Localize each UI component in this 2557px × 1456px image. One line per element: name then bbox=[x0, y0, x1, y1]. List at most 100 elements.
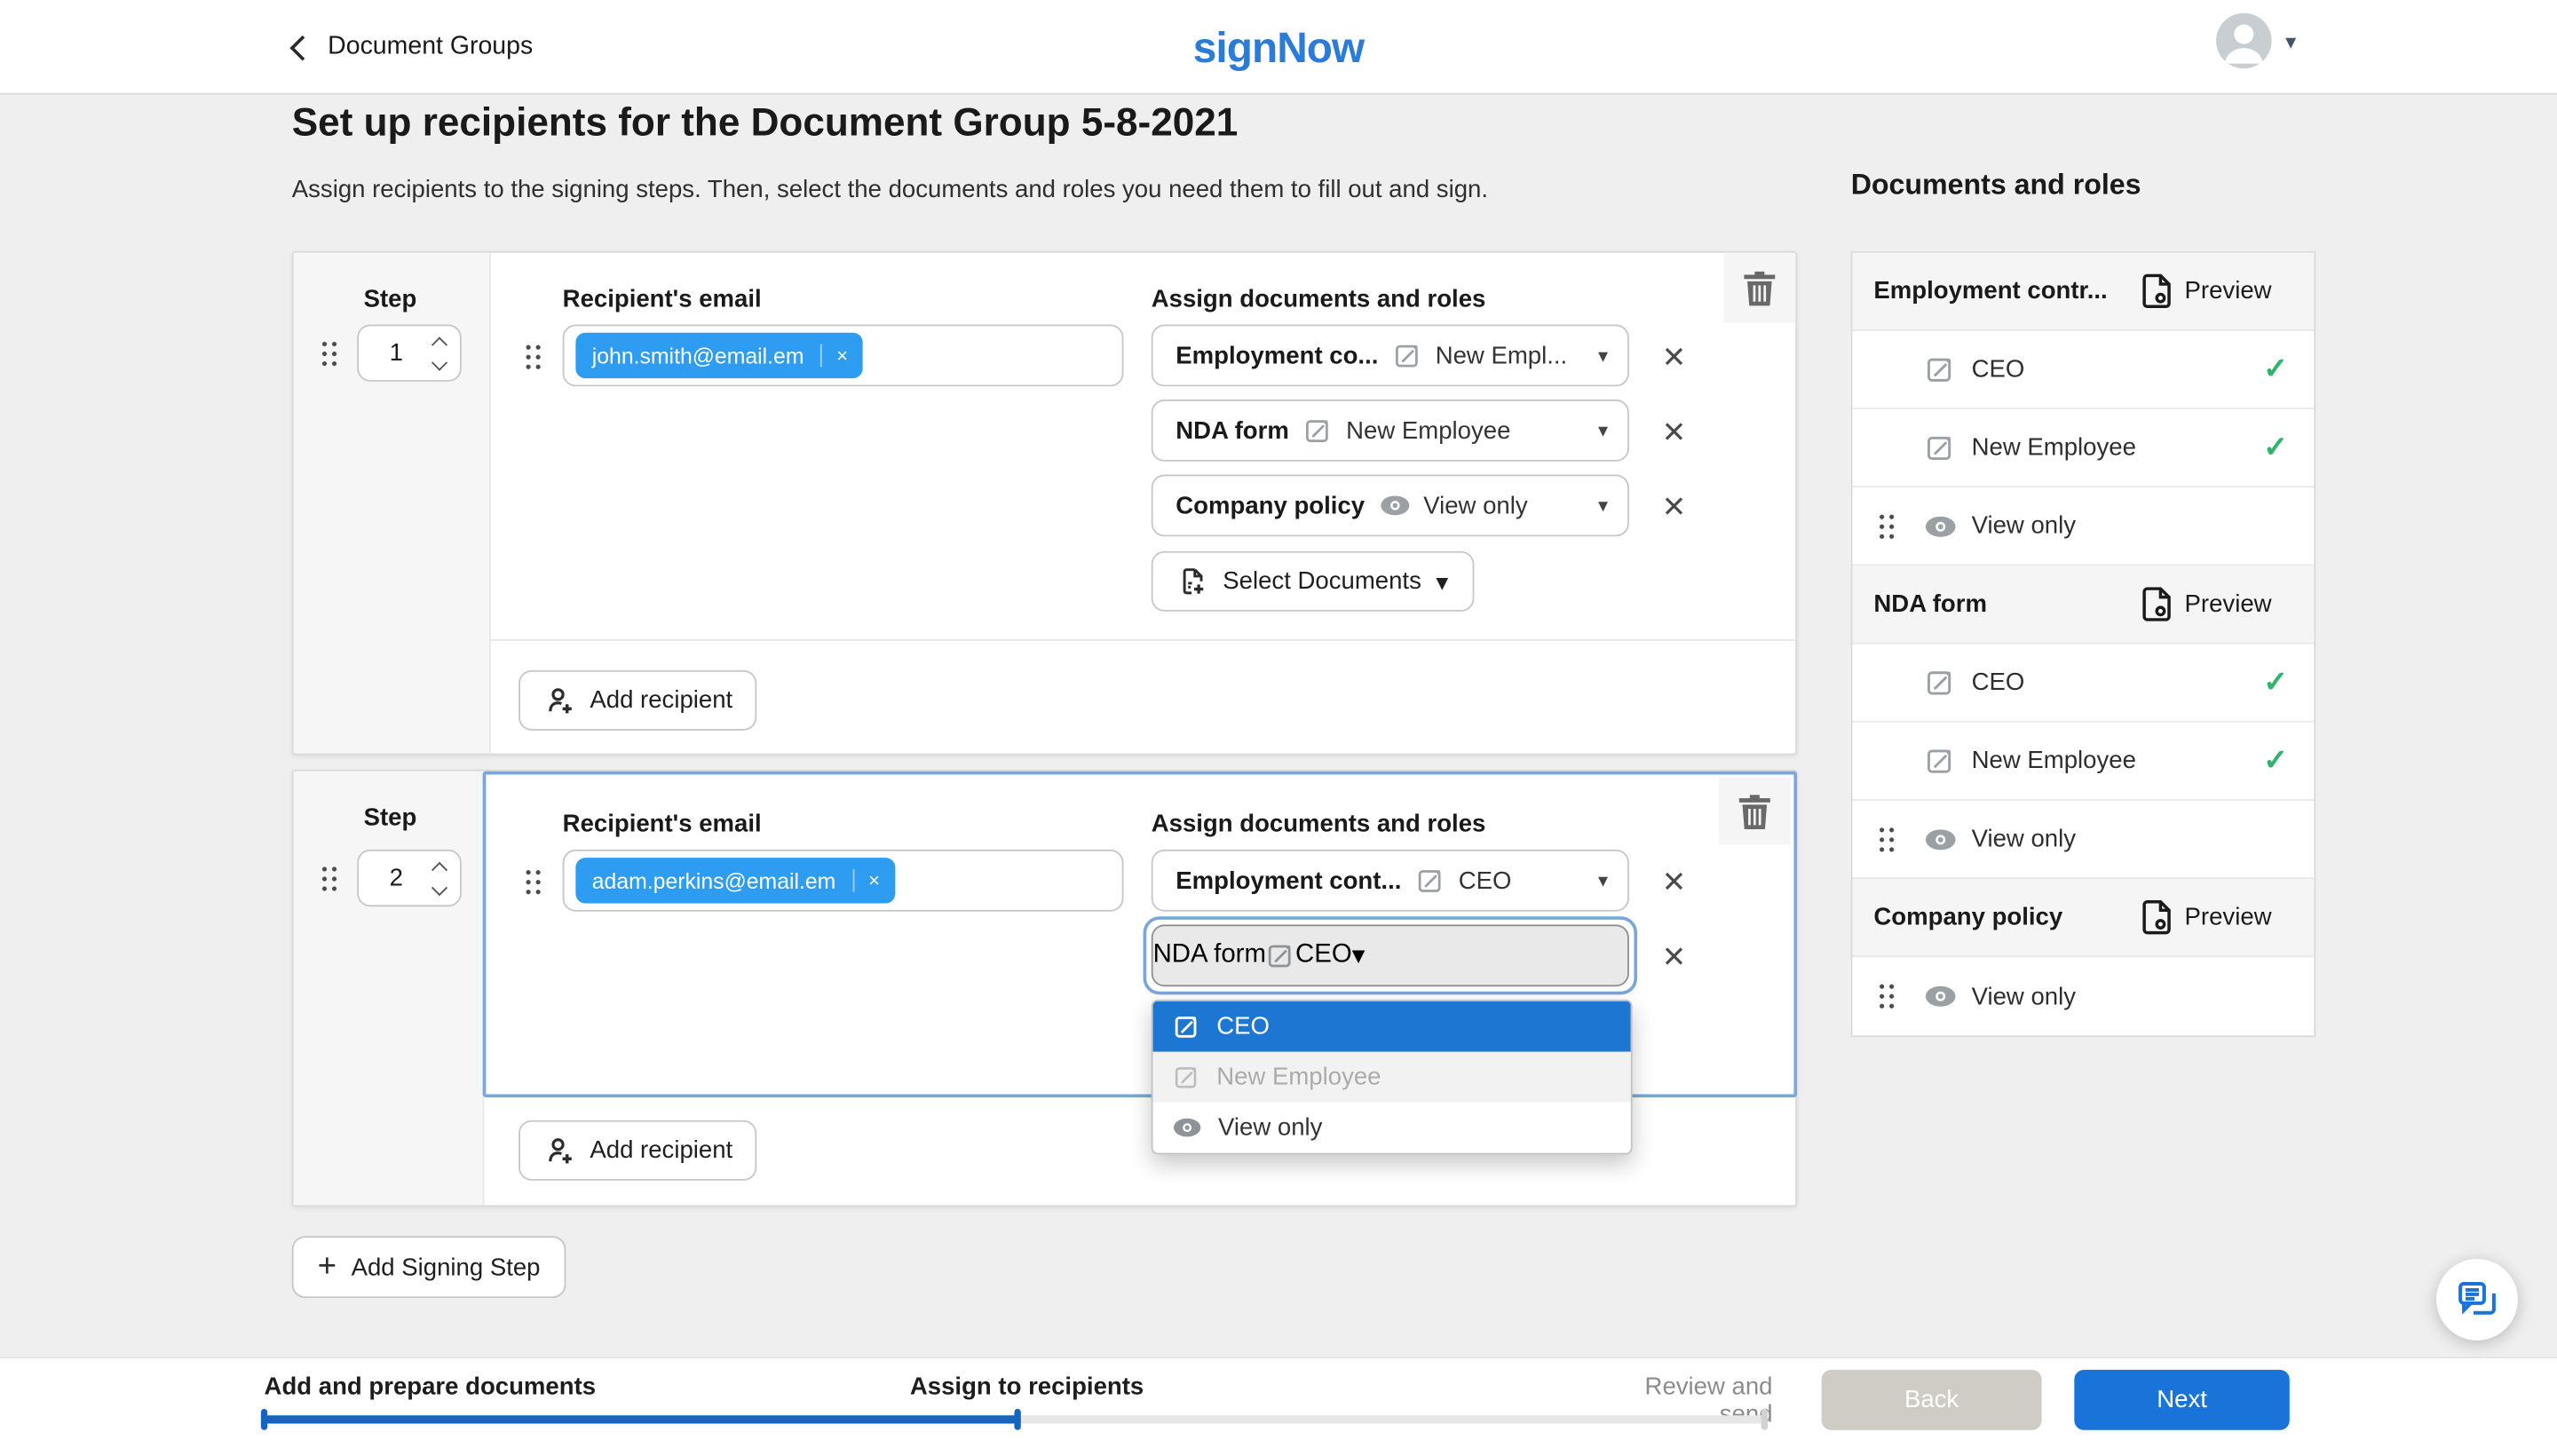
dropdown-option-view-only[interactable]: View only bbox=[1153, 1103, 1631, 1153]
edit-role-icon bbox=[1266, 941, 1295, 970]
drag-handle-icon[interactable] bbox=[320, 864, 339, 893]
doc-role-select-open[interactable]: NDA form CEO ▾ bbox=[1152, 924, 1629, 986]
remove-email-icon[interactable]: × bbox=[820, 344, 863, 368]
progress-tick bbox=[1761, 1409, 1768, 1430]
sidebar-role-row: New Employee ✓ bbox=[1853, 409, 2315, 487]
stepper-arrows[interactable] bbox=[434, 338, 446, 368]
check-icon: ✓ bbox=[2263, 744, 2288, 779]
check-icon: ✓ bbox=[2263, 352, 2288, 387]
remove-document-button[interactable]: ✕ bbox=[1662, 943, 1687, 972]
add-signing-step-button[interactable]: + Add Signing Step bbox=[292, 1236, 566, 1298]
document-name: NDA form bbox=[1153, 941, 1266, 970]
remove-email-icon[interactable]: × bbox=[852, 869, 895, 892]
delete-step-button[interactable] bbox=[1719, 778, 1791, 844]
document-name: Employment co... bbox=[1176, 342, 1378, 369]
email-chip: adam.perkins@email.em × bbox=[575, 858, 894, 903]
add-recipient-button[interactable]: Add recipient bbox=[519, 1120, 756, 1181]
drag-handle-icon[interactable] bbox=[320, 339, 339, 368]
documents-and-roles-panel: Employment contr... Preview CEO ✓ New Em… bbox=[1851, 251, 2316, 1037]
sidebar-role-row: CEO ✓ bbox=[1853, 331, 2315, 409]
view-only-icon bbox=[1924, 514, 1957, 537]
preview-button[interactable]: Preview bbox=[2141, 900, 2272, 935]
add-recipient-label: Add recipient bbox=[590, 686, 732, 714]
page-subtitle: Assign recipients to the signing steps. … bbox=[292, 176, 1488, 203]
step-number-stepper[interactable]: 2 bbox=[357, 850, 462, 906]
step-number: 2 bbox=[359, 864, 433, 891]
role-name: New Employee bbox=[1346, 416, 1510, 444]
back-to-document-groups[interactable]: Document Groups bbox=[294, 0, 534, 95]
dropdown-option-new-employee[interactable]: New Employee bbox=[1153, 1052, 1631, 1103]
account-menu[interactable]: ▾ bbox=[2217, 13, 2296, 68]
step-label: Step bbox=[364, 804, 417, 832]
edit-role-icon bbox=[1924, 667, 1955, 698]
doc-role-select[interactable]: Company policy View only ▾ bbox=[1152, 474, 1629, 536]
chevron-down-icon: ▾ bbox=[1352, 939, 1366, 972]
chevron-up-icon bbox=[431, 861, 447, 877]
sidebar-role-label: CEO bbox=[1972, 669, 2025, 696]
role-dropdown-menu: CEO New Employee View only bbox=[1152, 1000, 1633, 1154]
sidebar-role-label: CEO bbox=[1972, 355, 2025, 383]
remove-document-button[interactable]: ✕ bbox=[1662, 343, 1687, 372]
preview-button[interactable]: Preview bbox=[2141, 274, 2272, 309]
preview-label: Preview bbox=[2185, 590, 2272, 618]
drag-handle-icon[interactable] bbox=[1877, 982, 1896, 1011]
progress-step-current: Assign to recipients bbox=[910, 1373, 1144, 1401]
dropdown-option-label: CEO bbox=[1216, 1013, 1270, 1041]
remove-document-button[interactable]: ✕ bbox=[1662, 867, 1687, 897]
role-name: View only bbox=[1423, 492, 1527, 519]
remove-document-button[interactable]: ✕ bbox=[1662, 493, 1687, 522]
doc-role-select[interactable]: NDA form New Employee ▾ bbox=[1152, 400, 1629, 462]
sidebar-role-label: View only bbox=[1972, 512, 2076, 540]
doc-role-select-focused: NDA form CEO ▾ bbox=[1144, 916, 1638, 994]
recipient-email-label: Recipient's email bbox=[563, 285, 762, 313]
recipient-email-input[interactable]: adam.perkins@email.em × bbox=[563, 850, 1124, 912]
back-button[interactable]: Back bbox=[1822, 1370, 2042, 1430]
chevron-down-icon bbox=[431, 879, 447, 895]
email-chip: john.smith@email.em × bbox=[575, 333, 862, 378]
avatar[interactable] bbox=[2217, 13, 2272, 68]
recipient-email-input[interactable]: john.smith@email.em × bbox=[563, 325, 1124, 387]
divider bbox=[489, 639, 1795, 641]
sidebar-role-label: View only bbox=[1972, 983, 2076, 1010]
role-name: New Empl... bbox=[1436, 342, 1568, 369]
doc-role-select[interactable]: Employment cont... CEO ▾ bbox=[1152, 850, 1629, 912]
dropdown-option-ceo[interactable]: CEO bbox=[1153, 1001, 1631, 1052]
email-chip-text: john.smith@email.em bbox=[575, 344, 820, 368]
drag-handle-icon[interactable] bbox=[524, 343, 543, 372]
add-recipient-label: Add recipient bbox=[590, 1136, 732, 1164]
add-recipient-button[interactable]: Add recipient bbox=[519, 670, 756, 731]
remove-document-button[interactable]: ✕ bbox=[1662, 417, 1687, 447]
sidebar-role-label: New Employee bbox=[1972, 434, 2136, 462]
help-chat-button[interactable] bbox=[2436, 1259, 2518, 1341]
edit-role-icon bbox=[1173, 1013, 1200, 1041]
document-name: Employment cont... bbox=[1176, 866, 1401, 894]
select-documents-button[interactable]: Select Documents ▾ bbox=[1152, 551, 1475, 612]
step-2-column: Step 2 bbox=[294, 772, 485, 1206]
footer-progress-bar: Add and prepare documents Assign to reci… bbox=[0, 1357, 2557, 1456]
stepper-arrows[interactable] bbox=[434, 864, 446, 893]
drag-handle-icon[interactable] bbox=[1877, 511, 1896, 541]
step-number-stepper[interactable]: 1 bbox=[357, 325, 462, 382]
chevron-down-icon: ▾ bbox=[1598, 869, 1608, 892]
delete-step-button[interactable] bbox=[1723, 253, 1795, 323]
trash-icon bbox=[1743, 270, 1776, 305]
step-label: Step bbox=[364, 285, 417, 313]
sidebar-role-row: View only bbox=[1853, 957, 2315, 1035]
drag-handle-icon[interactable] bbox=[1877, 824, 1896, 853]
progress-tick bbox=[1014, 1409, 1020, 1430]
sidebar-role-row: CEO ✓ bbox=[1853, 645, 2315, 723]
next-button[interactable]: Next bbox=[2074, 1370, 2289, 1430]
drag-handle-icon[interactable] bbox=[524, 867, 543, 897]
person-add-icon bbox=[542, 684, 575, 716]
assign-docs-label: Assign documents and roles bbox=[1152, 285, 1486, 313]
sidebar-doc-header: Company policy Preview bbox=[1853, 879, 2315, 957]
chevron-down-icon bbox=[431, 354, 447, 370]
preview-button[interactable]: Preview bbox=[2141, 587, 2272, 621]
chevron-down-icon: ▾ bbox=[2285, 30, 2296, 51]
role-name: CEO bbox=[1295, 941, 1352, 970]
recipient-email-label: Recipient's email bbox=[563, 811, 762, 838]
role-name: CEO bbox=[1459, 866, 1512, 894]
doc-role-select[interactable]: Employment co... New Empl... ▾ bbox=[1152, 325, 1629, 387]
check-icon: ✓ bbox=[2263, 665, 2288, 700]
chevron-down-icon: ▾ bbox=[1598, 495, 1608, 518]
